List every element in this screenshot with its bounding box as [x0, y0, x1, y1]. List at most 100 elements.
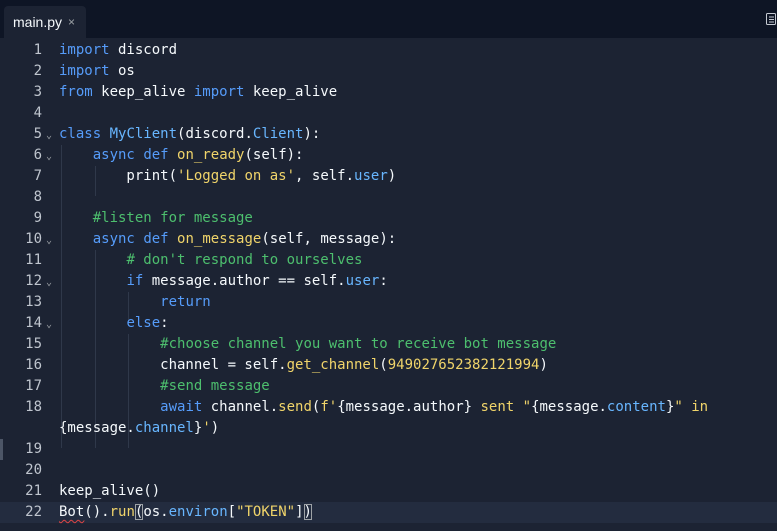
code-token: , self. — [295, 168, 355, 184]
code-line[interactable]: 20 — [0, 460, 777, 481]
fold-chevron-icon[interactable]: ⌄ — [46, 145, 52, 168]
code-token: Client — [252, 126, 304, 142]
code-line[interactable]: 22 Bot().run(os.environ["TOKEN"]) — [0, 502, 777, 523]
code-token: keep_alive — [92, 84, 194, 100]
code-line[interactable]: 2 import os — [0, 61, 777, 82]
code-token: {message. — [531, 399, 607, 415]
code-token: ): — [303, 126, 321, 142]
code-token: get_channel — [286, 357, 380, 373]
code-line[interactable]: 17 #send message — [0, 376, 777, 397]
code-token: content — [606, 399, 666, 415]
code-token: #listen for message — [92, 210, 253, 226]
code-token: # don't respond to ourselves — [126, 252, 363, 268]
line-number: 2 — [33, 63, 42, 79]
code-line[interactable]: 11 # don't respond to ourselves — [0, 250, 777, 271]
code-text: import discord — [59, 40, 177, 61]
code-text: class MyClient(discord.Client): — [59, 124, 320, 145]
line-number: 6 — [33, 147, 42, 163]
code-token: import — [59, 63, 110, 79]
code-token: def — [143, 231, 169, 247]
code-token: import — [59, 42, 110, 58]
code-line[interactable]: 8 — [0, 187, 777, 208]
line-number: 8 — [33, 189, 42, 205]
tab-main-py[interactable]: main.py × — [4, 6, 86, 38]
code-token: ' — [202, 420, 211, 436]
line-number: 13 — [25, 294, 42, 310]
code-line[interactable]: 10 ⌄ async def on_message(self, message): — [0, 229, 777, 250]
code-token: [ — [227, 504, 237, 520]
code-text: else: — [59, 313, 168, 334]
code-editor[interactable]: 1 import discord 2 import os 3 from keep_aliv… — [0, 38, 777, 531]
code-token: message.author == self. — [143, 273, 346, 289]
code-token: run — [109, 504, 135, 520]
code-line[interactable]: 18 await channel.send(f'{message.author}… — [0, 397, 777, 418]
outline-icon[interactable] — [766, 13, 776, 25]
code-line[interactable]: 1 import discord — [0, 40, 777, 61]
line-number: 17 — [25, 378, 42, 394]
code-token: return — [160, 294, 211, 310]
code-line[interactable]: 16 channel = self.get_channel(9490276523… — [0, 355, 777, 376]
code-token: import — [193, 84, 245, 100]
code-line[interactable]: 21 keep_alive() — [0, 481, 777, 502]
code-token: f' — [320, 399, 338, 415]
code-line[interactable]: 19 — [0, 439, 777, 460]
code-token: : — [379, 273, 388, 289]
code-token: ] — [295, 504, 304, 520]
code-token: " in — [674, 399, 709, 415]
code-token: {message.author} — [337, 399, 473, 415]
code-token: keep_alive() — [59, 483, 161, 499]
code-token: os — [109, 63, 135, 79]
code-token: MyClient — [109, 126, 178, 142]
code-line[interactable]: 13 return — [0, 292, 777, 313]
code-line[interactable]: 12 ⌄ if message.author == self.user: — [0, 271, 777, 292]
code-token: def — [143, 147, 169, 163]
line-number: 22 — [25, 504, 42, 520]
line-number: 7 — [33, 168, 42, 184]
code-line[interactable]: {message.channel}') — [0, 418, 777, 439]
line-number: 20 — [25, 462, 42, 478]
code-token: async — [92, 147, 135, 163]
code-token: print( — [59, 168, 178, 184]
code-text: print('Logged on as', self.user) — [59, 166, 396, 187]
code-token: 'Logged on as' — [177, 168, 296, 184]
code-line[interactable]: 5 ⌄ class MyClient(discord.Client): — [0, 124, 777, 145]
code-text: # don't respond to ourselves — [59, 250, 362, 271]
line-number: 11 — [25, 252, 42, 268]
code-text: {message.channel}') — [59, 418, 219, 439]
fold-chevron-icon[interactable]: ⌄ — [46, 313, 52, 336]
code-line[interactable]: 6 ⌄ async def on_ready(self): — [0, 145, 777, 166]
code-line[interactable]: 9 #listen for message — [0, 208, 777, 229]
line-number: 21 — [25, 483, 42, 499]
code-token: send — [278, 399, 312, 415]
code-token: Bot — [59, 504, 85, 520]
code-line[interactable]: 7 print('Logged on as', self.user) — [0, 166, 777, 187]
code-line[interactable]: 14 ⌄ else: — [0, 313, 777, 334]
line-number: 18 — [25, 399, 42, 415]
code-line[interactable]: 4 — [0, 103, 777, 124]
fold-chevron-icon[interactable]: ⌄ — [46, 229, 52, 252]
code-token: on_message — [177, 231, 262, 247]
code-token: else — [126, 315, 161, 331]
close-icon[interactable]: × — [68, 15, 75, 29]
fold-chevron-icon[interactable]: ⌄ — [46, 271, 52, 294]
code-token: (self): — [244, 147, 304, 163]
code-token: keep_alive — [244, 84, 338, 100]
code-token: if — [126, 273, 144, 289]
code-line[interactable]: 15 #choose channel you want to receive b… — [0, 334, 777, 355]
tab-label: main.py — [13, 14, 63, 30]
code-token: (self, message): — [261, 231, 397, 247]
line-number: 15 — [25, 336, 42, 352]
fold-chevron-icon[interactable]: ⌄ — [46, 124, 52, 147]
code-token: from — [59, 84, 93, 100]
code-line[interactable]: 3 from keep_alive import keep_alive — [0, 82, 777, 103]
code-text: async def on_message(self, message): — [59, 229, 396, 250]
